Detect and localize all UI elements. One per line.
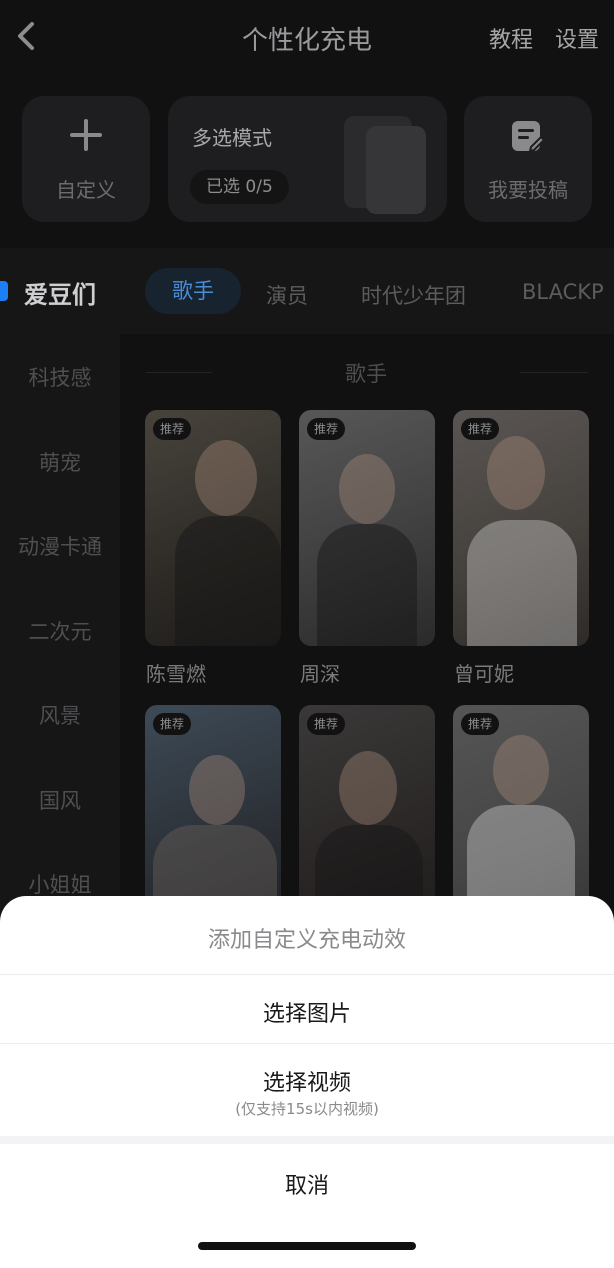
artist-name: 曾可妮: [454, 662, 514, 686]
portrait-head: [493, 735, 549, 805]
select-image-button[interactable]: 选择图片: [0, 996, 614, 1028]
sidebar-item-scenery[interactable]: 风景: [0, 700, 120, 730]
submit-card[interactable]: 我要投稿: [464, 96, 592, 222]
home-indicator: [198, 1242, 416, 1250]
tab-actor[interactable]: 演员: [266, 280, 308, 310]
selected-count-badge: 已选 0/5: [190, 170, 289, 204]
wallpaper-tile[interactable]: 推荐: [453, 410, 589, 646]
wallpaper-tile[interactable]: 推荐: [145, 410, 281, 646]
edit-document-icon: [512, 121, 546, 153]
section-divider-right: [520, 372, 588, 373]
tutorial-link[interactable]: 教程: [489, 22, 533, 54]
category-active[interactable]: 爱豆们: [24, 275, 96, 310]
sidebar-item-tech[interactable]: 科技感: [0, 362, 120, 392]
action-sheet: 添加自定义充电动效 选择图片 选择视频 (仅支持15s以内视频) 取消: [0, 896, 614, 1268]
stacked-preview-front: [366, 126, 426, 214]
settings-link[interactable]: 设置: [555, 22, 599, 54]
recommend-badge: 推荐: [307, 713, 346, 735]
submit-card-label: 我要投稿: [488, 178, 568, 202]
artist-name: 陈雪燃: [146, 662, 206, 686]
portrait-body: [467, 520, 577, 646]
wallpaper-tile[interactable]: 推荐: [299, 410, 435, 646]
select-video-button[interactable]: 选择视频: [0, 1065, 614, 1097]
divider: [0, 974, 614, 975]
plus-icon: [70, 119, 102, 151]
sidebar: 科技感 萌宠 动漫卡通 二次元 风景 国风 小姐姐: [0, 334, 120, 934]
recommend-badge: 推荐: [307, 418, 346, 440]
header: 个性化充电 教程 设置: [0, 0, 614, 74]
section-title: 歌手: [345, 362, 387, 386]
sidebar-item-guofeng[interactable]: 国风: [0, 785, 120, 815]
tab-blackpink[interactable]: BLACKP: [522, 280, 604, 304]
portrait-body: [175, 516, 281, 646]
recommend-badge: 推荐: [461, 713, 500, 735]
tab-singer[interactable]: 歌手: [145, 268, 241, 314]
multi-select-title: 多选模式: [192, 126, 272, 150]
sidebar-item-cartoon[interactable]: 动漫卡通: [0, 531, 120, 561]
tab-tnt[interactable]: 时代少年团: [361, 280, 466, 310]
multi-select-card[interactable]: 多选模式 已选 0/5: [168, 96, 447, 222]
recommend-badge: 推荐: [153, 713, 192, 735]
recommend-badge: 推荐: [153, 418, 192, 440]
sidebar-item-anime[interactable]: 二次元: [0, 616, 120, 646]
video-limit-note: (仅支持15s以内视频): [235, 1100, 379, 1118]
portrait-head: [339, 454, 395, 524]
section-divider-left: [146, 372, 212, 373]
recommend-badge: 推荐: [461, 418, 500, 440]
sheet-separator: [0, 1136, 614, 1144]
portrait-head: [189, 755, 245, 825]
sidebar-item-girls[interactable]: 小姐姐: [0, 869, 120, 899]
portrait-head: [195, 440, 257, 516]
category-active-indicator: [0, 281, 8, 301]
artist-name: 周深: [300, 662, 340, 686]
portrait-body: [317, 524, 417, 646]
portrait-head: [487, 436, 545, 510]
portrait-head: [339, 751, 397, 825]
sidebar-item-pets[interactable]: 萌宠: [0, 447, 120, 477]
cancel-button[interactable]: 取消: [0, 1168, 614, 1200]
action-sheet-title: 添加自定义充电动效: [207, 928, 406, 953]
custom-card[interactable]: 自定义: [22, 96, 150, 222]
divider: [0, 1043, 614, 1044]
custom-card-label: 自定义: [56, 178, 116, 202]
